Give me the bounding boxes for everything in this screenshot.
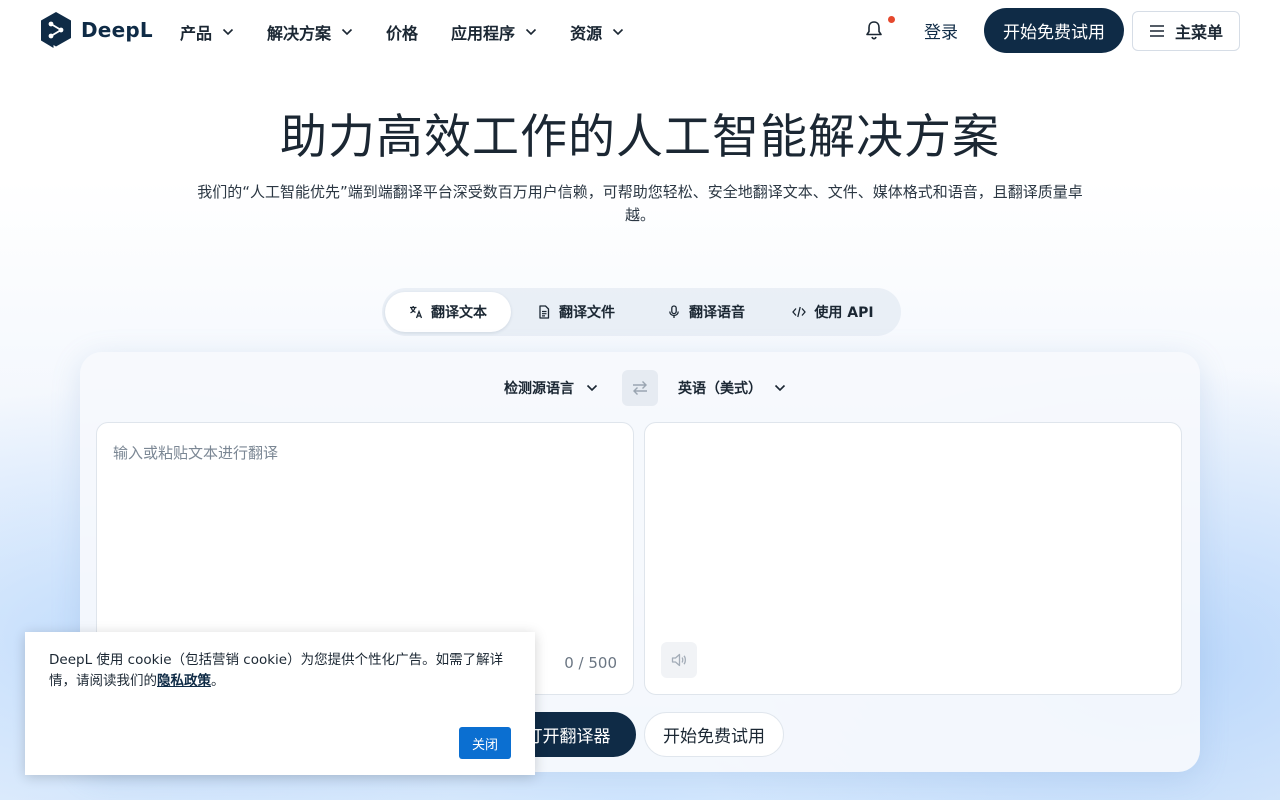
nav-item-solutions[interactable]: 解决方案 — [267, 18, 353, 46]
cookie-close-button[interactable]: 关闭 — [459, 727, 511, 759]
cookie-message: DeepL 使用 cookie（包括营销 cookie）为您提供个性化广告。如需… — [49, 650, 519, 692]
swap-languages-button[interactable] — [622, 370, 658, 406]
nav-item-label: 解决方案 — [267, 24, 332, 43]
chevron-down-icon — [525, 28, 537, 36]
page-title: 助力高效工作的人工智能解决方案 — [280, 110, 1000, 165]
notification-dot — [888, 16, 895, 23]
cookie-text: DeepL 使用 cookie（包括营销 cookie）为您提供个性化广告。如需… — [49, 652, 504, 689]
main-menu-button[interactable]: 主菜单 — [1132, 11, 1240, 51]
tab-label: 翻译文件 — [559, 305, 615, 321]
nav-item-label: 产品 — [180, 24, 213, 43]
login-link[interactable]: 登录 — [924, 18, 958, 43]
tab-use-api[interactable]: 使用 API — [771, 292, 895, 332]
deepl-logo[interactable]: DeepL — [40, 11, 153, 49]
listen-button[interactable] — [661, 642, 697, 678]
nav-item-products[interactable]: 产品 — [180, 18, 234, 46]
deepl-logo-icon — [41, 12, 71, 48]
chevron-down-icon — [774, 384, 786, 392]
nav-item-label: 资源 — [570, 24, 603, 43]
translate-icon — [410, 306, 423, 319]
cookie-banner: DeepL 使用 cookie（包括营销 cookie）为您提供个性化广告。如需… — [25, 632, 535, 775]
privacy-policy-link[interactable]: 隐私政策 — [157, 673, 211, 689]
cookie-text-end: 。 — [211, 673, 225, 689]
main-nav: 产品 解决方案 价格 应用程序 资源 — [180, 18, 624, 46]
nav-item-apps[interactable]: 应用程序 — [451, 18, 537, 46]
feature-tabs: 翻译文本 翻译文件 翻译语音 使用 API — [382, 288, 901, 336]
target-text-pane — [644, 422, 1182, 695]
start-free-trial-button[interactable]: 开始免费试用 — [984, 8, 1124, 53]
language-bar: 检测源语言 英语（美式） — [80, 370, 1200, 406]
code-icon — [792, 306, 807, 318]
tab-label: 翻译语音 — [689, 305, 745, 321]
nav-item-resources[interactable]: 资源 — [570, 18, 624, 46]
microphone-icon — [669, 305, 679, 318]
main-menu-label: 主菜单 — [1174, 23, 1223, 42]
chevron-down-icon — [586, 384, 598, 392]
tab-label: 翻译文本 — [431, 305, 487, 321]
chevron-down-icon — [222, 28, 234, 36]
menu-icon — [1149, 25, 1164, 37]
nav-item-label: 应用程序 — [451, 24, 516, 43]
source-language-select[interactable]: 检测源语言 — [504, 378, 598, 398]
speaker-icon — [671, 653, 686, 667]
tab-translate-files[interactable]: 翻译文件 — [511, 292, 641, 332]
tab-label: 使用 API — [814, 305, 874, 321]
tab-translate-speech[interactable]: 翻译语音 — [641, 292, 771, 332]
site-header: DeepL 产品 解决方案 价格 应用程序 资源 登录 开始免费试用 主菜单 — [0, 0, 1280, 62]
chevron-down-icon — [613, 28, 624, 36]
swap-icon — [633, 381, 647, 395]
nav-item-pricing[interactable]: 价格 — [386, 18, 418, 46]
source-language-label: 检测源语言 — [504, 381, 574, 397]
hero-subtitle: 我们的“人工智能优先”端到端翻译平台深受数百万用户信赖，可帮助您轻松、安全地翻译… — [197, 183, 1083, 224]
free-trial-button[interactable]: 开始免费试用 — [644, 712, 784, 757]
bell-icon[interactable] — [863, 19, 885, 41]
nav-item-label: 价格 — [386, 24, 419, 43]
tab-translate-text[interactable]: 翻译文本 — [385, 292, 511, 332]
document-icon — [539, 305, 550, 319]
character-count: 0 / 500 — [564, 654, 617, 672]
chevron-down-icon — [341, 28, 353, 36]
target-language-label: 英语（美式） — [678, 381, 762, 397]
logo-text: DeepL — [81, 18, 153, 42]
target-language-select[interactable]: 英语（美式） — [678, 378, 786, 398]
